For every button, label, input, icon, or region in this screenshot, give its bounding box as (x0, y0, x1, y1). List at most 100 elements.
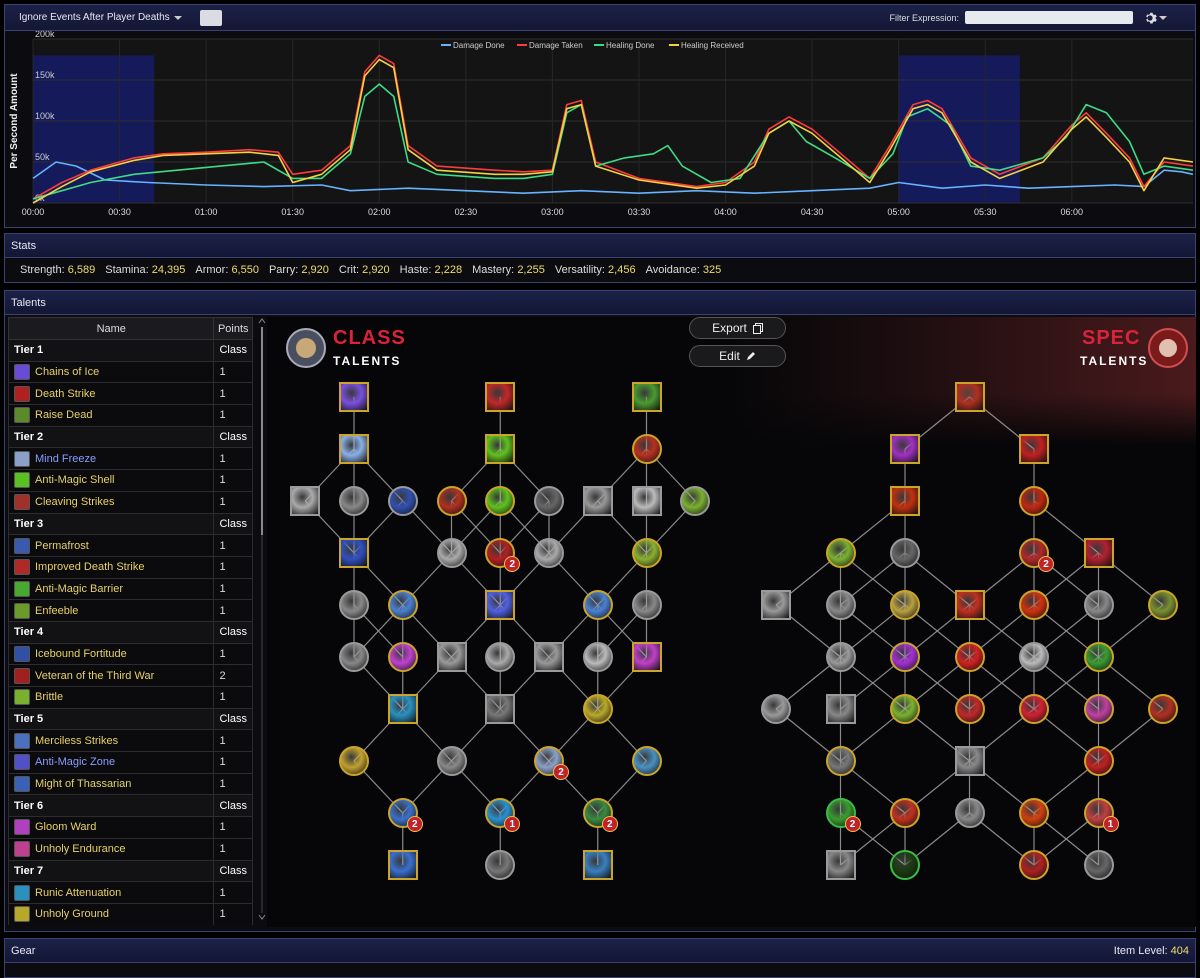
class-talent-node[interactable] (339, 538, 369, 568)
class-talent-node[interactable] (631, 486, 662, 516)
talent-link[interactable]: Cleaving Strikes (14, 494, 208, 511)
talent-link[interactable]: Might of Thassarian (14, 776, 208, 793)
class-talent-node[interactable] (339, 642, 369, 672)
class-talent-node[interactable] (534, 642, 564, 672)
spec-talent-node[interactable] (825, 746, 856, 776)
spec-talent-node[interactable] (825, 850, 856, 880)
class-talent-node[interactable] (436, 642, 467, 672)
class-talent-node[interactable] (631, 642, 662, 672)
spec-talent-node[interactable] (890, 486, 920, 516)
spec-talent-node[interactable] (1083, 746, 1114, 776)
spec-talent-node[interactable] (1083, 642, 1114, 672)
spec-talent-node[interactable] (1019, 590, 1049, 620)
spec-talent-node[interactable] (954, 642, 985, 672)
talent-link[interactable]: Unholy Endurance (14, 841, 208, 858)
talent-link[interactable]: Mind Freeze (14, 450, 208, 467)
spec-talent-node[interactable] (890, 798, 920, 828)
class-talent-node[interactable] (631, 382, 662, 412)
class-talent-node[interactable] (339, 590, 369, 620)
talent-link[interactable]: Brittle (14, 689, 208, 706)
toggle-button[interactable] (199, 9, 222, 26)
talent-link[interactable]: Improved Death Strike (14, 559, 208, 576)
spec-talent-node[interactable] (954, 798, 985, 828)
spec-talent-node[interactable] (1019, 434, 1049, 464)
filter-expression-input[interactable] (965, 11, 1133, 24)
class-talent-node[interactable] (582, 642, 613, 672)
spec-talent-node[interactable] (890, 590, 920, 620)
talent-link[interactable]: Chains of Ice (14, 364, 208, 381)
spec-talent-node[interactable] (954, 694, 985, 724)
class-talent-node[interactable] (436, 486, 467, 516)
spec-talent-node[interactable] (890, 434, 920, 464)
talent-link[interactable]: Unholy Ground (14, 906, 208, 923)
talent-link[interactable]: Gloom Ward (14, 819, 208, 836)
class-talent-node[interactable] (582, 486, 613, 516)
talent-link[interactable]: Veteran of the Third War (14, 667, 208, 684)
class-talent-node[interactable] (339, 746, 369, 776)
class-talent-node[interactable] (534, 486, 564, 516)
class-talent-node[interactable] (387, 850, 418, 880)
talent-link[interactable]: Anti-Magic Barrier (14, 580, 208, 597)
spec-talent-node[interactable] (890, 850, 920, 880)
points-column-header[interactable]: Points (213, 317, 253, 340)
spec-talent-node[interactable] (825, 590, 856, 620)
class-talent-node[interactable] (387, 590, 418, 620)
class-talent-node[interactable] (631, 434, 662, 464)
death-filter-dropdown[interactable]: Ignore Events After Player Deaths (19, 12, 182, 23)
spec-talent-node[interactable] (890, 642, 920, 672)
spec-talent-node[interactable] (890, 538, 920, 568)
spec-talent-node[interactable] (1083, 538, 1114, 568)
class-talent-node[interactable] (631, 590, 662, 620)
talent-link[interactable]: Raise Dead (14, 407, 208, 424)
class-talent-node[interactable] (290, 486, 321, 516)
spec-talent-node[interactable] (1083, 590, 1114, 620)
spec-talent-node[interactable] (1148, 694, 1178, 724)
spec-talent-node[interactable] (1019, 798, 1049, 828)
spec-talent-node[interactable] (825, 694, 856, 724)
class-talent-node[interactable] (582, 850, 613, 880)
name-column-header[interactable]: Name (8, 317, 215, 340)
spec-talent-node[interactable] (1148, 590, 1178, 620)
spec-talent-node[interactable] (1019, 486, 1049, 516)
spec-talent-node[interactable] (1019, 694, 1049, 724)
class-talent-node[interactable] (631, 746, 662, 776)
class-talent-node[interactable] (387, 486, 418, 516)
spec-talent-node[interactable] (761, 590, 791, 620)
spec-talent-node[interactable] (825, 642, 856, 672)
class-talent-node[interactable] (582, 590, 613, 620)
talent-link[interactable]: Icebound Fortitude (14, 645, 208, 662)
talent-link[interactable]: Enfeeble (14, 602, 208, 619)
class-talent-node[interactable] (485, 694, 516, 724)
talent-link[interactable]: Runic Attenuation (14, 884, 208, 901)
spec-talent-node[interactable] (890, 694, 920, 724)
class-talent-node[interactable] (339, 434, 369, 464)
spec-talent-node[interactable] (1019, 850, 1049, 880)
class-talent-node[interactable] (387, 642, 418, 672)
class-talent-node[interactable] (339, 382, 369, 412)
spec-talent-node[interactable] (825, 538, 856, 568)
class-talent-node[interactable] (534, 538, 564, 568)
talent-link[interactable]: Anti-Magic Shell (14, 472, 208, 489)
spec-talent-node[interactable] (1083, 850, 1114, 880)
spec-talent-node[interactable] (761, 694, 791, 724)
spec-talent-node[interactable] (954, 590, 985, 620)
spec-talent-node[interactable] (954, 382, 985, 412)
talent-link[interactable]: Merciless Strikes (14, 732, 208, 749)
class-talent-node[interactable] (485, 590, 516, 620)
spec-talent-node[interactable] (1019, 642, 1049, 672)
settings-dropdown[interactable] (1143, 11, 1167, 25)
class-talent-node[interactable] (582, 694, 613, 724)
talent-table-scrollbar[interactable] (257, 317, 267, 925)
talent-link[interactable]: Death Strike (14, 385, 208, 402)
talent-link[interactable]: Permafrost (14, 537, 208, 554)
class-talent-node[interactable] (631, 538, 662, 568)
class-talent-node[interactable] (339, 486, 369, 516)
spec-talent-node[interactable] (954, 746, 985, 776)
class-talent-node[interactable] (485, 382, 516, 412)
spec-talent-node[interactable] (1083, 694, 1114, 724)
class-talent-node[interactable] (387, 694, 418, 724)
class-talent-node[interactable] (436, 538, 467, 568)
talent-link[interactable]: Anti-Magic Zone (14, 754, 208, 771)
class-talent-node[interactable] (485, 434, 516, 464)
class-talent-node[interactable] (436, 746, 467, 776)
